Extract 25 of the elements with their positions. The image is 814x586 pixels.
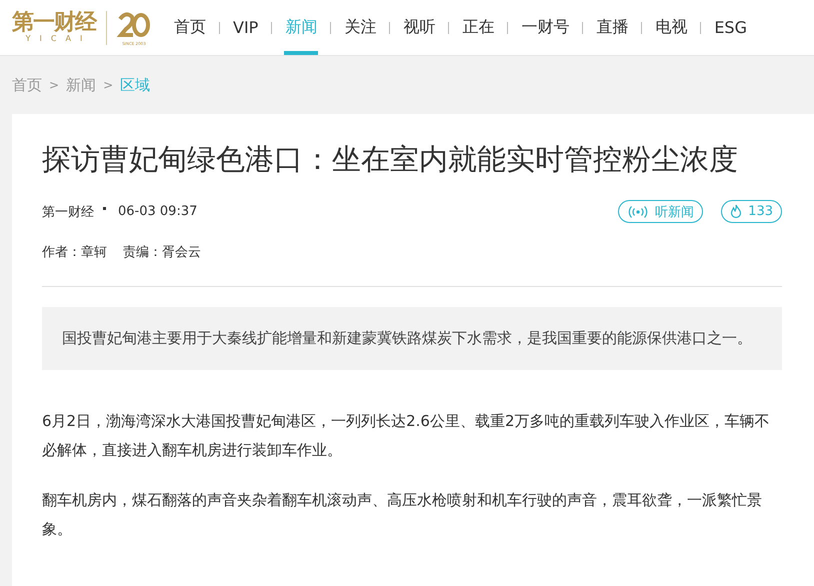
- article-title: 探访曹妃甸绿色港口：坐在室内就能实时管控粉尘浓度: [42, 141, 739, 178]
- article-summary: 国投曹妃甸港主要用于大秦线扩能增量和新建蒙冀铁路煤炭下水需求，是我国重要的能源保供港口之一。: [42, 307, 782, 370]
- nav-tab[interactable]: 首页: [173, 0, 207, 55]
- editor-name: 胥会云: [162, 244, 201, 261]
- anniversary-emblem-icon: [117, 10, 151, 40]
- nav-tab[interactable]: 视听: [402, 0, 436, 55]
- article-paragraph: 翻车机房内，煤石翻落的声音夹杂着翻车机滚动声、高压水枪喷射和机车行驶的声音，震耳欲聋，一派繁忙景象。: [42, 490, 763, 540]
- nav-tab[interactable]: ESG: [713, 0, 748, 55]
- nav-tab[interactable]: 关注: [343, 0, 378, 55]
- article-paragraph: 6月2日，渤海湾深水大港国投曹妃甸港区，一列列长达2.6公里、载重2万多吨的重载列车驶入作业区，车辆不必解体，直接进入翻车机房进行装卸车作业。: [42, 411, 770, 461]
- breadcrumb-separator: >: [49, 78, 60, 92]
- logo-latin: YICAI: [24, 35, 92, 43]
- nav-tab[interactable]: 正在: [461, 0, 496, 55]
- editor-label: 责编：: [123, 244, 162, 261]
- article-source: 第一财经: [42, 204, 94, 220]
- publish-time: 06-03 09:37: [118, 204, 198, 219]
- nav-tab[interactable]: 电视: [654, 0, 688, 55]
- flame-icon: [730, 204, 742, 219]
- author-name: 章轲: [81, 244, 107, 261]
- author-label: 作者：: [42, 244, 81, 261]
- nav-tab[interactable]: 一财号: [520, 0, 570, 55]
- breadcrumb-separator: >: [103, 78, 114, 92]
- nav-tab[interactable]: 直播: [595, 0, 630, 55]
- nav-tab[interactable]: VIP: [232, 0, 260, 55]
- broadcast-icon: [627, 206, 650, 218]
